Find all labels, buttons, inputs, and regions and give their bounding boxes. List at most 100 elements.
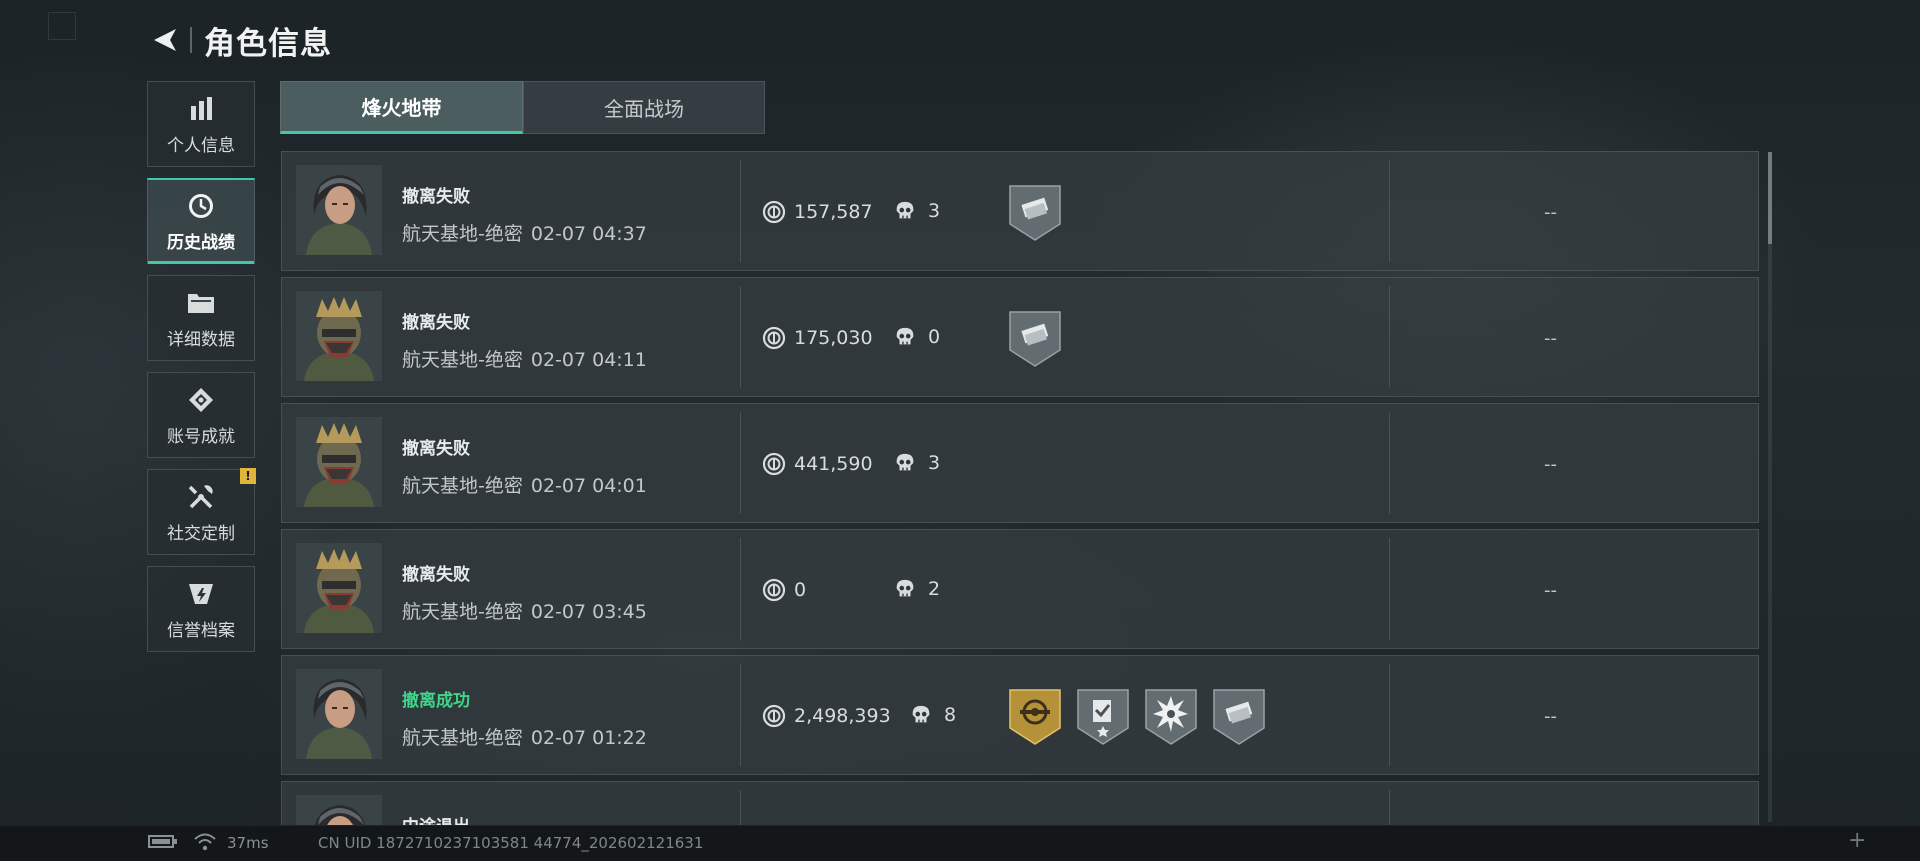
sidebar-item-achievements[interactable]: 账号成就 [147,372,255,458]
column-divider [740,538,741,640]
burst-badge-icon[interactable] [1144,688,1198,746]
gold-medal-badge-icon[interactable] [1008,688,1062,746]
kill-stat: 2 [894,578,940,600]
map-name: 航天基地-绝密 [402,223,523,245]
bar-chart-icon [185,93,217,125]
kill-value: 8 [944,704,957,726]
operator-avatar [296,165,382,255]
match-time: 02-07 03:45 [530,601,647,623]
coin-value: 441,590 [794,453,873,475]
tab-battlefield[interactable]: 全面战场 [523,81,765,134]
extra-value: -- [1544,706,1557,727]
sidebar-item-credit[interactable]: 信誉档案 [147,566,255,652]
column-divider [740,664,741,766]
list-scrollbar[interactable] [1768,152,1772,822]
column-divider [1389,538,1390,640]
match-time: 02-07 04:37 [530,223,647,245]
coin-value: 0 [794,579,807,601]
back-button[interactable] [148,23,182,57]
credit-shield-icon [185,578,217,610]
match-time: 02-07 04:11 [530,349,647,371]
map-name: 航天基地-绝密 [402,601,523,623]
column-divider [1389,286,1390,388]
coin-stat: 441,590 [762,452,873,476]
extra-value: -- [1544,202,1557,223]
record-location-line: 航天基地-绝密 02-07 04:37 [402,219,647,246]
match-record-row[interactable]: 撤离成功 航天基地-绝密 02-07 01:22 2,498,393 8 -- [281,655,1759,775]
sidebar-item-label: 账号成就 [167,426,235,447]
sidebar-item-personal-info[interactable]: 个人信息 [147,81,255,167]
sidebar: 个人信息 历史战绩 详细数据 账号成就 ! 社交定制 信誉档案 [147,81,257,663]
record-info: 中途退出 [402,812,470,825]
sidebar-item-detail-data[interactable]: 详细数据 [147,275,255,361]
coin-icon [762,452,786,476]
column-divider [740,286,741,388]
scroll-thumb[interactable] [1768,152,1772,244]
sidebar-item-history[interactable]: 历史战绩 [147,178,255,264]
task-badge-icon[interactable] [1076,688,1130,746]
record-location-line: 航天基地-绝密 02-07 04:01 [402,471,647,498]
sidebar-item-social[interactable]: ! 社交定制 [147,468,256,555]
extraction-status: 撤离成功 [402,691,470,711]
skull-icon [894,452,916,474]
header-divider [190,27,192,53]
kill-stat: 0 [894,326,940,348]
column-divider [740,790,741,825]
cash-badge-icon[interactable] [1008,310,1062,368]
kill-stat: 3 [894,452,940,474]
cash-badge-icon[interactable] [1008,184,1062,242]
cash-badge-icon[interactable] [1212,688,1266,746]
folder-icon [185,287,217,319]
operator-avatar [296,417,382,507]
coin-icon [762,578,786,602]
sidebar-item-label: 信誉档案 [167,620,235,641]
page-header: 角色信息 [148,18,332,62]
match-history-list: 撤离失败 航天基地-绝密 02-07 04:37 157,587 3 -- 撤离失… [281,151,1759,825]
page-title: 角色信息 [204,25,332,62]
tools-icon [185,481,217,513]
coin-icon [762,326,786,350]
wifi-icon [194,833,216,851]
record-location-line: 航天基地-绝密 02-07 01:22 [402,723,647,750]
operator-avatar [296,795,382,825]
extraction-status: 撤离失败 [402,313,470,333]
extraction-status: 撤离失败 [402,565,470,585]
column-divider [740,412,741,514]
match-record-row[interactable]: 撤离失败 航天基地-绝密 02-07 03:45 0 2 -- [281,529,1759,649]
record-info: 撤离失败 航天基地-绝密 02-07 04:01 [402,434,647,498]
column-divider [1389,664,1390,766]
mode-tabs: 烽火地带 全面战场 [280,81,765,134]
match-record-row[interactable]: 中途退出 [281,781,1759,825]
match-record-row[interactable]: 撤离失败 航天基地-绝密 02-07 04:37 157,587 3 -- [281,151,1759,271]
badge-group [1008,184,1062,242]
skull-icon [910,704,932,726]
extraction-status: 中途退出 [402,812,470,825]
match-time: 02-07 01:22 [530,727,647,749]
status-bar: 37ms CN UID 1872710237103581 44774_20260… [0,826,1920,861]
extraction-status: 撤离失败 [402,187,470,207]
kill-value: 3 [928,452,941,474]
sidebar-item-label: 历史战绩 [167,233,235,253]
record-info: 撤离失败 航天基地-绝密 02-07 03:45 [402,560,647,624]
column-divider [740,160,741,262]
skull-icon [894,200,916,222]
notification-badge: ! [240,468,256,484]
map-name: 航天基地-绝密 [402,349,523,371]
skull-icon [894,326,916,348]
operator-avatar [296,543,382,633]
extra-value: -- [1544,454,1557,475]
coin-stat: 157,587 [762,200,873,224]
match-record-row[interactable]: 撤离失败 航天基地-绝密 02-07 04:01 441,590 3 -- [281,403,1759,523]
coin-value: 2,498,393 [794,705,891,727]
tab-fenghuo[interactable]: 烽火地带 [280,81,523,134]
extra-value: -- [1544,580,1557,601]
map-name: 航天基地-绝密 [402,475,523,497]
coin-stat: 175,030 [762,326,873,350]
operator-avatar [296,291,382,381]
coin-stat: 0 [762,578,806,602]
coin-icon [762,704,786,728]
badge-group [1008,310,1062,368]
achievement-icon [185,384,217,416]
match-record-row[interactable]: 撤离失败 航天基地-绝密 02-07 04:11 175,030 0 -- [281,277,1759,397]
battery-icon [148,835,177,848]
